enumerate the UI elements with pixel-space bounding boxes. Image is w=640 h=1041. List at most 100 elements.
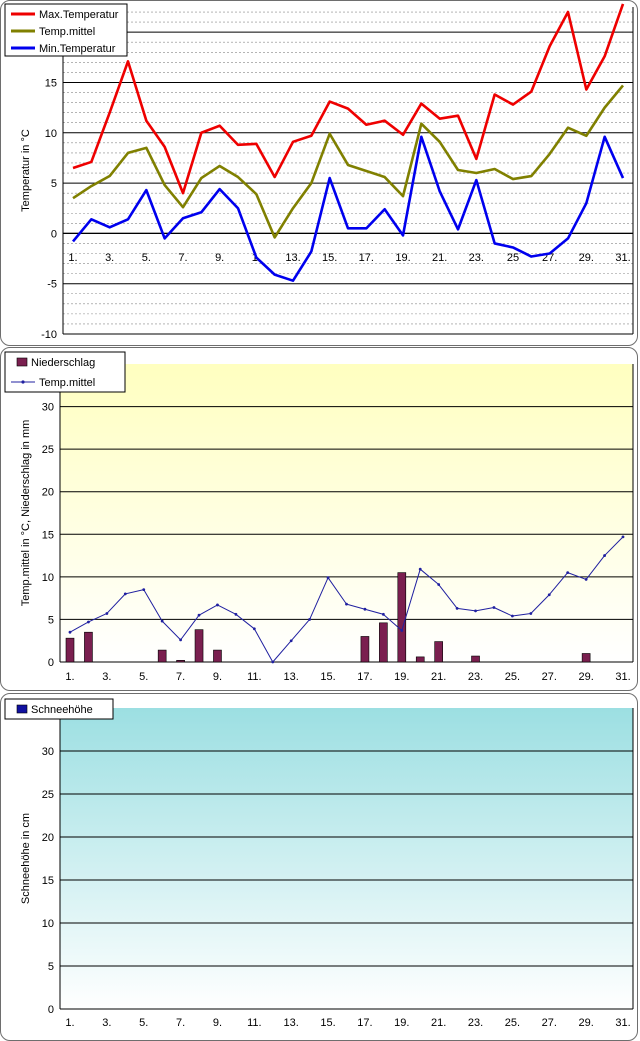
y-tick-label: 15: [45, 77, 57, 89]
plot-background: [60, 364, 633, 662]
x-tick-label: 29.: [578, 671, 593, 683]
x-tick-label: 7.: [178, 252, 187, 264]
x-tick-label: 3.: [102, 671, 111, 683]
x-tick-label: 23.: [469, 252, 484, 264]
x-tick-label: 17.: [359, 252, 374, 264]
precipitation-bar: [415, 656, 425, 663]
x-tick-label: 21.: [432, 252, 447, 264]
x-tick-label: 23.: [468, 1017, 483, 1029]
mean-temperature-point: [418, 567, 422, 571]
x-tick-label: 27.: [542, 1017, 557, 1029]
x-tick-label: 9.: [213, 1017, 222, 1029]
legend-marker: [21, 380, 25, 384]
x-tick-label: 1.: [65, 1017, 74, 1029]
x-tick-label: 21.: [431, 1017, 446, 1029]
mean-temperature-point: [529, 612, 533, 615]
mean-temperature-point: [400, 629, 404, 632]
y-tick-label: 10: [42, 572, 54, 584]
temperature-chart-panel: -10-5051015201.3.5.7.9.1.13.15.17.19.21.…: [0, 0, 638, 346]
legend-swatch: [16, 704, 28, 714]
mean-temperature-point: [271, 660, 275, 664]
mean-temperature-point: [142, 588, 146, 592]
y-axis-title: Temperatur in °C: [20, 129, 32, 212]
precipitation-chart: 0 5 10 15 20 25 30 1. 3. 5. 7. 9. 11. 13. 15. 17. 19. 21.…: [4, 351, 634, 683]
legend-label: Temp.mittel: [39, 26, 95, 38]
x-tick-label: 11.: [247, 671, 261, 683]
legend-label: Max.Temperatur: [39, 9, 119, 21]
mean-temperature-point: [584, 578, 588, 581]
mean-temperature-point: [234, 612, 238, 616]
x-tick-label: 19.: [395, 252, 410, 264]
x-tick-label: 27.: [542, 671, 557, 683]
x-tick-label: 21.: [431, 671, 446, 683]
mean-temperature-point: [474, 609, 477, 613]
y-tick-label: 5: [51, 178, 57, 190]
precipitation-bar: [65, 637, 75, 663]
plot-background: [60, 708, 633, 1009]
legend-label: Schneehöhe: [31, 704, 93, 716]
precipitation-bar: [194, 629, 204, 663]
y-tick-label: -5: [47, 279, 57, 291]
y-axis-title: Temp.mittel in °C, Niederschlag in mm: [20, 420, 32, 607]
x-tick-label: 15.: [322, 252, 337, 264]
mean-temperature-point: [105, 612, 109, 615]
x-tick-label: 9.: [215, 252, 224, 264]
y-tick-label: 30: [42, 746, 54, 758]
x-tick-label: 19.: [394, 671, 409, 683]
y-tick-label: 25: [42, 789, 54, 801]
x-tick-label: 17.: [357, 1017, 372, 1029]
y-tick-label: -10: [41, 329, 57, 341]
mean-temperature-point: [216, 603, 219, 607]
mean-temperature-point: [511, 614, 514, 618]
mean-temperature-point: [289, 639, 293, 643]
legend-label: Temp.mittel: [39, 377, 95, 389]
y-tick-label: 15: [42, 529, 54, 541]
precipitation-bar: [471, 655, 480, 663]
y-tick-label: 20: [42, 487, 54, 499]
mean-temperature-point: [123, 592, 127, 596]
x-tick-label: 31.: [615, 252, 630, 264]
x-tick-label: 11.: [247, 1017, 261, 1029]
y-tick-label: 5: [48, 614, 54, 626]
precipitation-bar: [157, 649, 167, 663]
x-tick-label: 5.: [139, 671, 148, 683]
x-tick-label: 3.: [105, 252, 114, 264]
mean-temperature-point: [160, 619, 164, 623]
x-tick-label: 13.: [284, 1017, 299, 1029]
precipitation-bar: [213, 649, 222, 663]
precipitation-bar: [84, 631, 93, 663]
mean-temperature-point: [345, 602, 348, 606]
x-tick-label: 5.: [139, 1017, 148, 1029]
x-tick-label: 17.: [357, 671, 372, 683]
y-tick-label: 10: [45, 128, 57, 140]
x-tick-label: 9.: [213, 671, 222, 683]
x-tick-label: 25: [507, 252, 519, 264]
legend-label: Niederschlag: [31, 357, 95, 369]
x-tick-label: 31.: [615, 1017, 630, 1029]
mean-temperature-point: [492, 606, 496, 609]
precipitation-bar: [379, 622, 388, 663]
x-tick-label: 23.: [468, 671, 483, 683]
y-tick-label: 15: [42, 875, 54, 887]
temperature-chart: -10-5051015201.3.5.7.9.1.13.15.17.19.21.…: [4, 3, 634, 341]
x-tick-label: 15.: [320, 1017, 335, 1029]
y-tick-label: 5: [48, 961, 54, 973]
x-tick-label: 1.: [68, 252, 77, 264]
x-tick-label: 3.: [102, 1017, 111, 1029]
precipitation-bar: [360, 636, 370, 663]
mean-temperature-point: [381, 612, 385, 616]
precipitation-bar: [176, 659, 185, 663]
mean-temperature-point: [603, 554, 606, 557]
y-axis-title: Schneehöhe in cm: [20, 813, 32, 904]
mean-temperature-point: [455, 606, 459, 610]
x-tick-label: 25.: [505, 671, 520, 683]
x-tick-label: 7.: [176, 1017, 185, 1029]
x-tick-label: 25.: [505, 1017, 520, 1029]
x-tick-label: 19.: [394, 1017, 409, 1029]
x-tick-label: 29.: [579, 252, 594, 264]
mean-temperature-point: [566, 571, 570, 574]
mean-temperature-point: [87, 620, 90, 624]
precipitation-bar: [434, 641, 443, 663]
snow-depth-chart: 0 5 10 15 20 25 30 1. 3. 5. 7. 9. 11. 13. 15. 17. 19. 21.…: [4, 698, 634, 1029]
y-tick-label: 0: [48, 1004, 54, 1016]
